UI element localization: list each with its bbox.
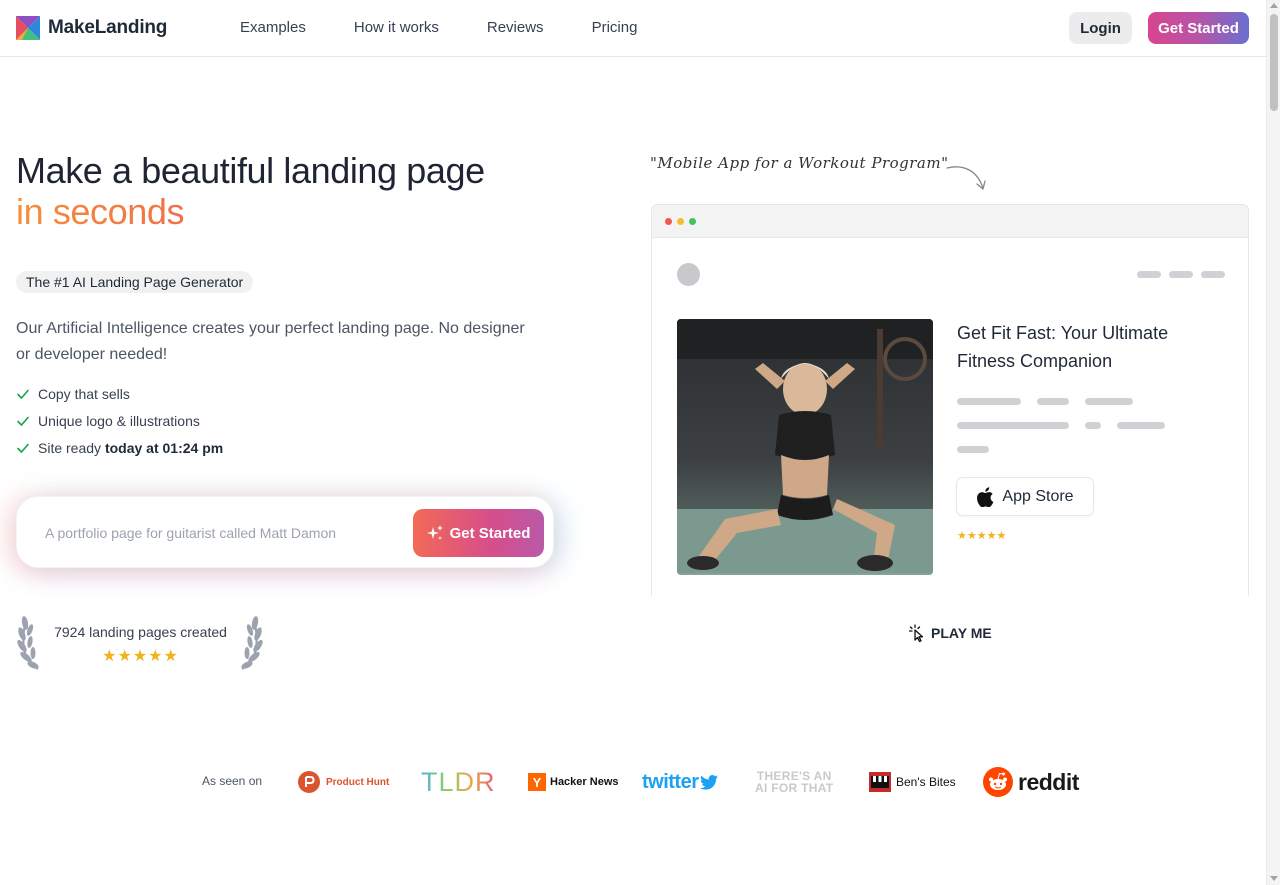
prompt-input[interactable] — [33, 510, 403, 556]
check-icon — [17, 389, 29, 399]
close-dot-icon — [665, 218, 672, 225]
apple-icon — [977, 486, 994, 507]
feature-label: Copy that sells — [38, 385, 130, 402]
nav-link-examples[interactable]: Examples — [240, 19, 306, 36]
feature-item: Copy that sells — [16, 380, 223, 407]
scrollbar-thumb[interactable] — [1270, 14, 1278, 111]
reddit-icon — [983, 767, 1013, 797]
hero-title-line1: Make a beautiful landing page — [16, 150, 485, 191]
nav-link-how-it-works[interactable]: How it works — [354, 19, 439, 36]
minimize-dot-icon — [677, 218, 684, 225]
get-started-hero-button[interactable]: Get Started — [413, 509, 544, 557]
mock-headline: Get Fit Fast: Your Ultimate Fitness Comp… — [957, 323, 1169, 371]
laurel-right-icon — [241, 616, 263, 670]
reddit-logo[interactable]: reddit — [983, 764, 1079, 800]
sparkles-icon — [426, 524, 443, 540]
scroll-up-arrow-icon[interactable] — [1270, 3, 1278, 8]
get-started-hero-label: Get Started — [449, 524, 531, 542]
feature-checklist: Copy that sells Unique logo & illustrati… — [16, 380, 223, 461]
browser-fade-overlay — [652, 572, 1248, 596]
hero-title: Make a beautiful landing page in seconds — [16, 150, 485, 232]
hero-description: Our Artificial Intelligence creates your… — [16, 320, 525, 363]
preview-caption: "Mobile App for a Workout Program" — [650, 154, 949, 172]
check-icon — [17, 443, 29, 453]
browser-preview-mockup: Get Fit Fast: Your Ultimate Fitness Comp… — [651, 204, 1249, 596]
play-me-label: PLAY ME — [931, 625, 992, 641]
brand-name: MakeLanding — [48, 17, 168, 38]
rating-stars-icon: ★★★★★ — [102, 648, 179, 665]
curved-arrow-icon — [946, 166, 986, 190]
fitness-photo — [677, 319, 933, 575]
mock-rating-stars-icon: ★★★★★ — [957, 530, 1007, 542]
mock-text-placeholders — [957, 398, 1165, 470]
reddit-text: reddit — [1018, 768, 1079, 795]
feature-label: Unique logo & illustrations — [38, 412, 200, 429]
browser-titlebar — [652, 205, 1248, 238]
product-hunt-text: Product Hunt — [326, 776, 390, 788]
twitter-text: twitter — [642, 770, 699, 793]
hero-badge: The #1 AI Landing Page Generator — [16, 271, 254, 293]
tldr-logo[interactable]: TLDR — [421, 764, 496, 800]
login-button[interactable]: Login — [1069, 12, 1132, 44]
landing-pages-count: 7924 landing pages created — [54, 624, 227, 640]
scroll-down-arrow-icon[interactable] — [1270, 876, 1278, 881]
app-store-label: App Store — [1002, 487, 1074, 505]
laurel-left-icon — [17, 616, 39, 670]
as-seen-on-label: As seen on — [202, 774, 263, 788]
stats-laurel: 7924 landing pages created ★★★★★ — [16, 615, 266, 673]
fitness-woman-image — [677, 319, 933, 575]
twitter-bird-icon — [699, 774, 718, 790]
hero-title-highlight: in seconds — [16, 191, 485, 232]
feature-item: Unique logo & illustrations — [16, 407, 223, 434]
makelanding-logo-icon — [16, 16, 40, 40]
tldr-text: TLDR — [421, 766, 496, 797]
app-store-button[interactable]: App Store — [956, 477, 1094, 516]
prompt-box: Get Started — [16, 496, 554, 568]
bens-bites-logo[interactable]: Ben's Bites — [869, 764, 956, 800]
get-started-nav-button[interactable]: Get Started — [1148, 12, 1249, 44]
feature-label: Site ready today at 01:24 pm — [38, 440, 223, 456]
nav-links: Examples How it works Reviews Pricing — [240, 19, 637, 36]
product-hunt-icon — [298, 771, 320, 793]
pointer-click-icon — [909, 624, 924, 642]
hacker-news-text: Hacker News — [550, 776, 619, 788]
feature-item: Site ready today at 01:24 pm — [16, 434, 223, 461]
bens-bites-icon — [869, 772, 891, 792]
hacker-news-logo[interactable]: Y Hacker News — [528, 764, 619, 800]
check-icon — [17, 416, 29, 426]
mock-logo-placeholder — [677, 263, 700, 286]
product-hunt-logo[interactable]: Product Hunt — [298, 764, 389, 800]
page-scrollbar[interactable] — [1266, 0, 1280, 885]
nav-link-pricing[interactable]: Pricing — [592, 19, 638, 36]
bens-bites-text: Ben's Bites — [896, 775, 956, 789]
mock-nav-placeholders — [1137, 271, 1225, 278]
nav-link-reviews[interactable]: Reviews — [487, 19, 544, 36]
ready-prefix: Site ready — [38, 439, 102, 456]
maximize-dot-icon — [689, 218, 696, 225]
top-navbar: MakeLanding Examples How it works Review… — [0, 0, 1266, 57]
play-me-button[interactable]: PLAY ME — [909, 624, 992, 642]
brand-logo[interactable]: MakeLanding — [16, 16, 167, 40]
hacker-news-icon: Y — [528, 773, 546, 791]
theres-an-ai-for-that-logo[interactable]: THERE'S AN AI FOR THAT — [755, 764, 833, 800]
taaft-line2: AI FOR THAT — [755, 781, 834, 795]
ready-time: today at 01:24 pm — [104, 439, 224, 456]
twitter-logo[interactable]: twitter — [642, 764, 718, 800]
